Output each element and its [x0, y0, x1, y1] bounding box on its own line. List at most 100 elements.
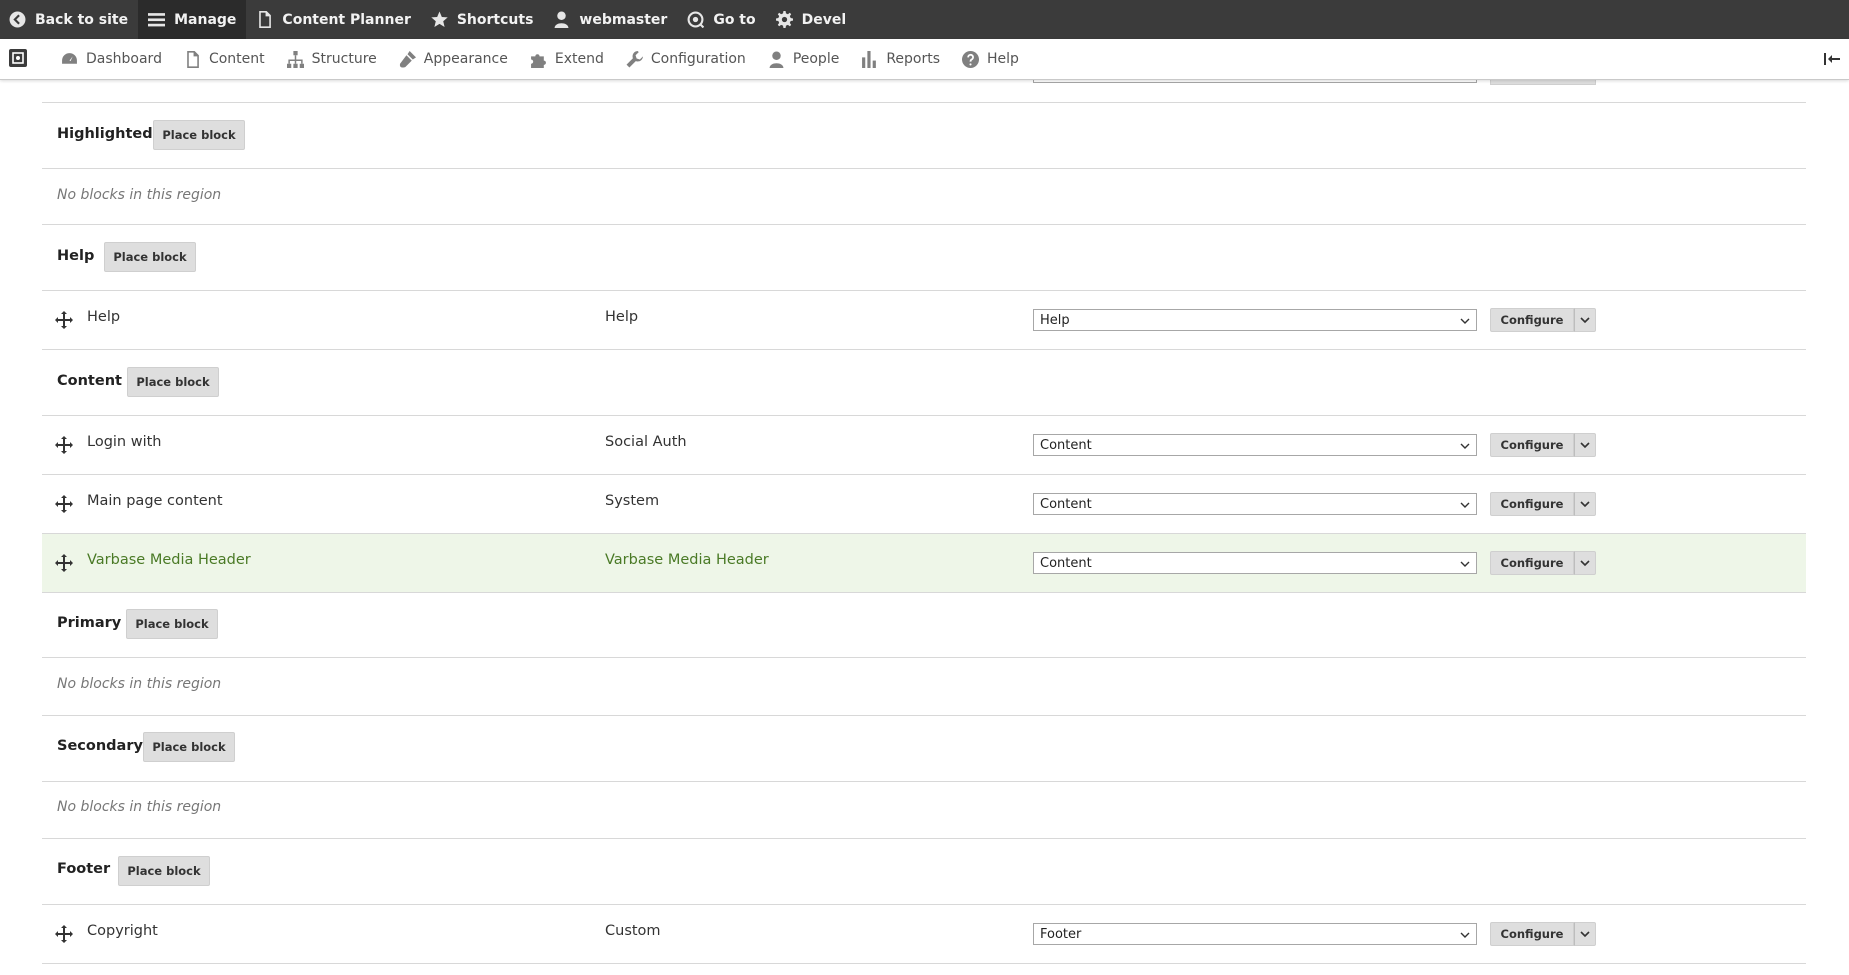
block-category: System	[605, 493, 660, 509]
drag-handle-icon[interactable]	[54, 553, 74, 573]
person-icon	[769, 51, 784, 68]
toolbar-item-label: Manage	[174, 11, 237, 28]
chevron-down-icon	[1580, 442, 1590, 449]
toolbar-shortcuts[interactable]: Shortcuts	[421, 0, 544, 39]
drag-handle-icon[interactable]	[54, 924, 74, 944]
place-block-button[interactable]: Place block	[118, 856, 210, 886]
admin-menu-appearance[interactable]: Appearance	[388, 39, 519, 79]
toolbar-user[interactable]: webmaster	[543, 0, 677, 39]
place-block-button[interactable]: Place block	[127, 367, 219, 397]
drag-handle-icon[interactable]	[54, 310, 74, 330]
region-select[interactable]: Content	[1033, 434, 1477, 456]
block-name: Varbase Media Header	[87, 552, 251, 568]
region-select-value: Content	[1040, 437, 1092, 453]
admin-menu-help[interactable]: Help	[951, 39, 1030, 79]
brush-icon	[399, 50, 416, 68]
region-secondary: Secondary Place block	[42, 716, 1806, 782]
collapse-tray-icon[interactable]	[1823, 50, 1841, 68]
menu-icon	[148, 13, 166, 27]
admin-menu-label: Help	[987, 51, 1019, 67]
toolbar-bar: Back to site Manage Content Planner Shor…	[0, 0, 1849, 39]
configure-button[interactable]: Configure	[1490, 922, 1574, 946]
block-row-help: Help Help Help Configure	[42, 291, 1806, 350]
chevron-down-icon	[1580, 560, 1590, 567]
admin-menu: Dashboard Content Structure Appearance E…	[50, 39, 1030, 79]
region-highlighted: Highlighted Place block	[42, 103, 1806, 169]
configure-dropdown-toggle[interactable]	[1574, 492, 1596, 516]
admin-menu-people[interactable]: People	[757, 39, 851, 79]
region-select[interactable]: Content	[1033, 552, 1477, 574]
document-icon	[187, 50, 199, 68]
empty-region-message: No blocks in this region	[57, 187, 222, 203]
admin-menu-configuration[interactable]: Configuration	[615, 39, 757, 79]
drag-handle-icon[interactable]	[54, 435, 74, 455]
wrench-icon	[626, 50, 643, 67]
region-select[interactable]: Content	[1033, 493, 1477, 515]
gear-icon	[775, 11, 793, 28]
admin-menu-label: Reports	[886, 51, 941, 67]
admin-menu-reports[interactable]: Reports	[850, 39, 951, 79]
block-category: Help	[605, 309, 639, 325]
admin-menu-label: Structure	[311, 51, 377, 67]
region-select[interactable]: Help	[1033, 309, 1477, 331]
configure-dropdown-toggle[interactable]	[1574, 308, 1596, 332]
configure-dropdown-toggle[interactable]	[1574, 551, 1596, 575]
configure-dropdown-toggle[interactable]	[1574, 433, 1596, 457]
region-select[interactable]: Footer	[1033, 923, 1477, 945]
puzzle-icon	[530, 53, 546, 68]
chevron-down-icon	[1460, 443, 1470, 449]
admin-menu-structure[interactable]: Structure	[276, 39, 388, 79]
region-empty-row: No blocks in this region	[42, 658, 1806, 716]
structure-icon	[286, 50, 304, 68]
region-title: Help	[57, 248, 95, 264]
admin-menu-dashboard[interactable]: Dashboard	[50, 39, 173, 79]
place-block-button[interactable]: Place block	[153, 120, 245, 150]
toolbar-devel[interactable]: Devel	[766, 0, 857, 39]
block-row-login: Login with Social Auth Content Configure	[42, 416, 1806, 475]
drag-handle-icon[interactable]	[54, 494, 74, 514]
admin-menu-label: People	[792, 51, 840, 67]
toolbar-content-planner[interactable]: Content Planner	[246, 0, 420, 39]
help-icon	[962, 50, 980, 68]
block-name: Login with	[87, 434, 162, 450]
block-category: Varbase Media Header	[605, 552, 769, 568]
region-empty-row: No blocks in this region	[42, 782, 1806, 839]
region-primary: Primary Place block	[42, 593, 1806, 658]
toolbar-item-label: Content Planner	[282, 11, 411, 28]
admin-menu-extend[interactable]: Extend	[519, 39, 615, 79]
chevron-down-icon	[1580, 501, 1590, 508]
region-help: Help Place block	[42, 225, 1806, 291]
block-row-copyright: Copyright Custom Footer Configure	[42, 905, 1806, 964]
chevron-down-icon	[1460, 561, 1470, 567]
region-select-value: Content	[1040, 555, 1092, 571]
place-block-button[interactable]: Place block	[143, 732, 235, 762]
place-block-button[interactable]: Place block	[126, 609, 218, 639]
empty-region-message: No blocks in this region	[57, 676, 222, 692]
bar-chart-icon	[862, 50, 877, 68]
region-select-value: Footer	[1040, 926, 1082, 942]
configure-button[interactable]: Configure	[1490, 433, 1574, 457]
chevron-down-icon	[1460, 932, 1470, 938]
toolbar-manage[interactable]: Manage	[138, 0, 247, 39]
home-icon[interactable]	[9, 49, 27, 67]
place-block-button[interactable]: Place block	[104, 242, 196, 272]
admin-menu-label: Dashboard	[86, 51, 162, 67]
chevron-down-icon	[1460, 318, 1470, 324]
empty-region-message: No blocks in this region	[57, 799, 222, 815]
toolbar-go-to[interactable]: Go to	[677, 0, 765, 39]
toolbar-back-to-site[interactable]: Back to site	[0, 0, 138, 39]
configure-button[interactable]: Configure	[1490, 492, 1574, 516]
region-title: Content	[57, 373, 122, 389]
block-row-main-content: Main page content System Content Configu…	[42, 475, 1806, 534]
configure-button[interactable]: Configure	[1490, 551, 1574, 575]
region-title: Primary	[57, 615, 122, 631]
table-row	[42, 79, 1806, 103]
block-name: Main page content	[87, 493, 223, 509]
admin-menu-label: Configuration	[650, 51, 746, 67]
admin-menu-content[interactable]: Content	[173, 39, 276, 79]
toolbar-item-label: Back to site	[35, 11, 129, 28]
block-layout-table: Highlighted Place block No blocks in thi…	[42, 79, 1806, 975]
configure-button[interactable]: Configure	[1490, 308, 1574, 332]
toolbar-item-label: Devel	[801, 11, 847, 28]
configure-dropdown-toggle[interactable]	[1574, 922, 1596, 946]
